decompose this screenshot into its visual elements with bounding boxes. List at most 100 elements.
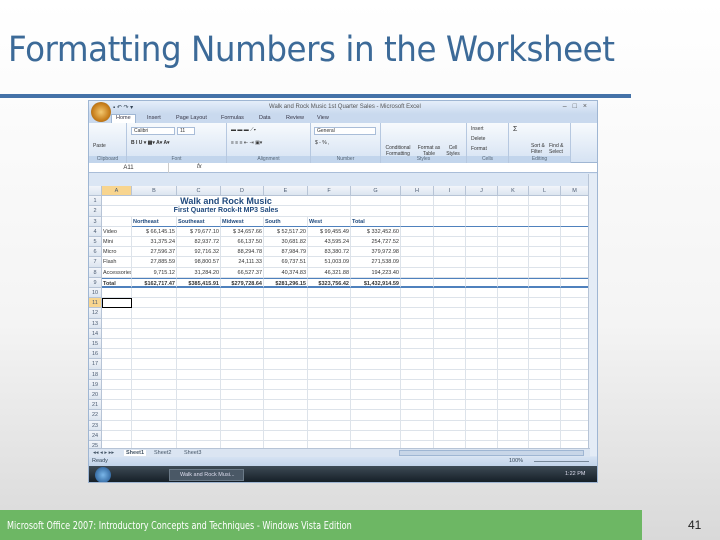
cell[interactable]: Accessories <box>102 267 132 278</box>
cell[interactable] <box>561 277 589 288</box>
cell[interactable] <box>221 288 264 299</box>
cell[interactable] <box>466 308 498 319</box>
row-header[interactable]: 23 <box>89 420 102 431</box>
cell[interactable] <box>401 257 434 268</box>
horizontal-scrollbar[interactable] <box>399 450 584 456</box>
justify-buttons[interactable]: ≡ ≡ ≡ ⇤ ⇥ ▣▾ <box>231 140 262 146</box>
tab-review[interactable]: Review <box>286 115 304 121</box>
cell[interactable]: 46,321.88 <box>308 267 351 278</box>
cell[interactable] <box>529 339 561 350</box>
cell[interactable]: $ 332,452.60 <box>351 226 401 237</box>
cell[interactable] <box>466 277 498 288</box>
cell[interactable] <box>221 430 264 441</box>
cell[interactable] <box>498 277 529 288</box>
cell[interactable] <box>434 400 466 411</box>
cell[interactable] <box>102 379 132 390</box>
cell[interactable] <box>221 318 264 329</box>
number-format-box[interactable]: General <box>314 127 376 135</box>
sheet-tab-1[interactable]: Sheet1 <box>124 450 147 456</box>
cell[interactable] <box>466 359 498 370</box>
cell[interactable] <box>561 216 589 227</box>
cell[interactable] <box>498 390 529 401</box>
cell[interactable] <box>466 339 498 350</box>
cell[interactable] <box>434 359 466 370</box>
row-header[interactable]: 22 <box>89 410 102 421</box>
cell[interactable] <box>221 359 264 370</box>
cell[interactable] <box>466 349 498 360</box>
cell[interactable]: 92,716.32 <box>177 247 221 258</box>
vertical-scrollbar[interactable] <box>588 174 597 456</box>
column-header[interactable]: D <box>221 186 264 197</box>
cell[interactable] <box>529 257 561 268</box>
cell[interactable] <box>434 257 466 268</box>
cell[interactable] <box>561 390 589 401</box>
cell[interactable] <box>529 226 561 237</box>
column-header[interactable]: M <box>561 186 589 197</box>
cell[interactable] <box>221 379 264 390</box>
cell[interactable] <box>351 359 401 370</box>
cell[interactable] <box>102 339 132 350</box>
cell[interactable] <box>308 318 351 329</box>
cell[interactable] <box>308 379 351 390</box>
delete-button[interactable]: Delete <box>471 136 485 142</box>
cell[interactable] <box>498 379 529 390</box>
cell[interactable] <box>102 216 132 227</box>
cell[interactable] <box>561 420 589 431</box>
cell[interactable] <box>102 410 132 421</box>
cell[interactable] <box>434 379 466 390</box>
cell[interactable] <box>434 390 466 401</box>
cell[interactable] <box>221 410 264 421</box>
cell[interactable] <box>561 257 589 268</box>
cell[interactable] <box>177 298 221 309</box>
cell[interactable]: $385,415.91 <box>177 277 221 288</box>
cell[interactable] <box>561 247 589 258</box>
row-header[interactable]: 5 <box>89 237 102 248</box>
cell[interactable] <box>466 318 498 329</box>
row-header[interactable]: 9 <box>89 277 102 288</box>
cell[interactable]: $281,296.15 <box>264 277 308 288</box>
cell[interactable]: 271,538.09 <box>351 257 401 268</box>
cell[interactable] <box>264 390 308 401</box>
column-header[interactable]: L <box>529 186 561 197</box>
cell[interactable] <box>308 390 351 401</box>
row-header[interactable]: 20 <box>89 390 102 401</box>
row-header[interactable]: 21 <box>89 400 102 411</box>
cell[interactable] <box>529 400 561 411</box>
cell[interactable] <box>466 400 498 411</box>
cell[interactable] <box>561 379 589 390</box>
quick-access-toolbar[interactable]: ▪ ↶ ↷ ▾ <box>113 104 133 111</box>
cell[interactable]: $ 34,657.66 <box>221 226 264 237</box>
cell[interactable] <box>434 247 466 258</box>
cell[interactable] <box>102 308 132 319</box>
cell[interactable] <box>102 430 132 441</box>
cell[interactable] <box>132 308 177 319</box>
cell[interactable] <box>529 420 561 431</box>
cell[interactable] <box>529 410 561 421</box>
cell[interactable] <box>529 288 561 299</box>
cell[interactable]: Southeast <box>177 216 221 227</box>
cell[interactable] <box>177 359 221 370</box>
cell[interactable] <box>529 349 561 360</box>
cell[interactable]: $279,728.64 <box>221 277 264 288</box>
cell[interactable] <box>351 206 401 217</box>
cell[interactable] <box>466 257 498 268</box>
row-header[interactable]: 3 <box>89 216 102 227</box>
column-header[interactable]: J <box>466 186 498 197</box>
autosum-icon[interactable]: Σ <box>513 126 517 133</box>
cell[interactable] <box>351 400 401 411</box>
cell[interactable] <box>132 390 177 401</box>
cell[interactable] <box>308 308 351 319</box>
cell[interactable] <box>561 410 589 421</box>
cell[interactable] <box>132 288 177 299</box>
cell[interactable] <box>529 277 561 288</box>
cell[interactable] <box>561 369 589 380</box>
cell[interactable]: 27,596.37 <box>132 247 177 258</box>
cell[interactable] <box>351 308 401 319</box>
cell[interactable] <box>529 379 561 390</box>
row-header[interactable]: 17 <box>89 359 102 370</box>
cell[interactable] <box>434 410 466 421</box>
cell[interactable] <box>132 318 177 329</box>
row-header[interactable]: 13 <box>89 318 102 329</box>
cell[interactable] <box>132 369 177 380</box>
cell[interactable] <box>308 349 351 360</box>
